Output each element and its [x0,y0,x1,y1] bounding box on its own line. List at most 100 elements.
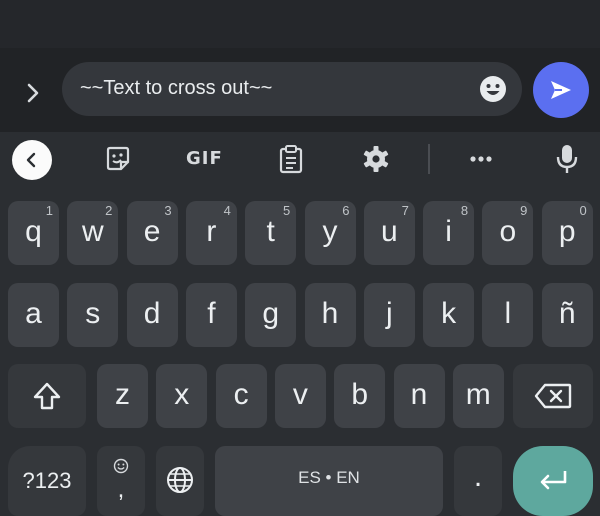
key-label: b [351,378,369,411]
key-label: t [266,215,275,248]
message-input-text: ~~Text to cross out~~ [80,77,273,99]
emoji-icon [480,76,506,102]
key-q[interactable]: q1 [8,201,59,265]
sticker-icon[interactable] [104,145,132,173]
key-w[interactable]: w2 [67,201,119,265]
key-label: n [410,378,428,411]
key-label: e [143,215,161,248]
key-label: c [233,378,249,411]
key-label: k [441,297,457,330]
key-label: d [143,297,161,330]
key-label: a [25,297,42,330]
more-icon[interactable] [468,150,494,168]
key-number-hint: 3 [164,203,172,218]
emoji-button[interactable] [478,74,508,104]
key-i[interactable]: i8 [423,201,475,265]
symbols-key[interactable]: ?123 [8,446,86,516]
enter-icon [540,471,567,490]
key-number-hint: 1 [45,203,53,218]
key-label: v [292,378,308,411]
key-number-hint: 9 [520,203,528,218]
key-number-hint: 2 [105,203,113,218]
key-p[interactable]: p0 [541,201,593,265]
shift-icon [33,382,61,410]
key-j[interactable]: j [363,283,415,347]
key-label: m [465,378,491,411]
comma-key[interactable]: , [97,446,145,516]
key-number-hint: 5 [282,203,291,218]
key-n[interactable]: n [393,364,445,428]
key-number-hint: 4 [223,203,231,218]
key-label: ñ [558,297,576,330]
key-label: x [174,378,190,411]
backspace-key[interactable] [513,364,593,428]
key-number-hint: 8 [460,203,469,218]
key-s[interactable]: s [67,283,119,347]
key-t[interactable]: t5 [245,201,297,265]
compose-bar: ~~Text to cross out~~ [0,48,600,132]
key-ñ[interactable]: ñ [541,283,593,347]
key-label: p [558,215,576,248]
key-g[interactable]: g [245,283,297,347]
key-y[interactable]: y6 [304,201,356,265]
key-e[interactable]: e3 [126,201,178,265]
key-x[interactable]: x [156,364,208,428]
toolbar-back-button[interactable] [12,140,52,180]
period-key-label: . [473,460,483,493]
key-label: r [206,215,217,248]
emoji-hint-icon [113,458,129,474]
mic-icon[interactable] [554,143,580,175]
toolbar-divider [428,144,430,174]
key-label: f [207,297,216,330]
key-label: q [25,215,42,248]
key-u[interactable]: u7 [363,201,415,265]
send-icon [551,81,571,99]
key-l[interactable]: l [482,283,534,347]
period-key[interactable]: . [454,446,502,516]
key-label: s [85,297,101,330]
key-label: o [499,215,517,248]
back-icon [26,152,36,168]
key-label: z [115,378,130,411]
expand-button[interactable] [18,78,48,108]
key-number-hint: 6 [342,203,350,218]
shift-key[interactable] [8,364,86,428]
app-top-strip [0,0,600,48]
send-button[interactable] [533,62,589,118]
message-input[interactable]: ~~Text to cross out~~ [62,62,522,116]
enter-key[interactable] [513,446,593,516]
key-number-hint: 7 [401,203,409,218]
language-key[interactable] [156,446,204,516]
key-r[interactable]: r4 [185,201,237,265]
key-m[interactable]: m [452,364,504,428]
key-h[interactable]: h [304,283,356,347]
key-label: u [380,215,398,248]
key-label: g [262,297,280,330]
gif-button[interactable]: GIF [186,148,223,169]
symbols-key-label: ?123 [22,468,72,493]
space-key[interactable]: ES • EN [215,446,443,516]
key-label: w [81,215,104,248]
key-label: l [504,297,512,330]
key-a[interactable]: a [8,283,59,347]
key-b[interactable]: b [334,364,386,428]
key-z[interactable]: z [97,364,148,428]
key-k[interactable]: k [423,283,475,347]
clipboard-icon[interactable] [277,144,305,174]
backspace-icon [534,383,572,409]
key-label: h [321,297,339,330]
key-f[interactable]: f [185,283,237,347]
key-label: y [322,215,338,248]
space-key-label: ES • EN [298,468,360,487]
comma-key-label: , [117,476,125,503]
key-label: i [445,215,452,248]
key-c[interactable]: c [215,364,267,428]
key-number-hint: 0 [579,203,587,218]
gear-icon[interactable] [362,145,390,173]
chevron-right-icon [27,83,39,103]
globe-icon [167,467,193,493]
key-d[interactable]: d [126,283,178,347]
key-v[interactable]: v [274,364,326,428]
key-o[interactable]: o9 [482,201,534,265]
key-label: j [385,297,393,330]
